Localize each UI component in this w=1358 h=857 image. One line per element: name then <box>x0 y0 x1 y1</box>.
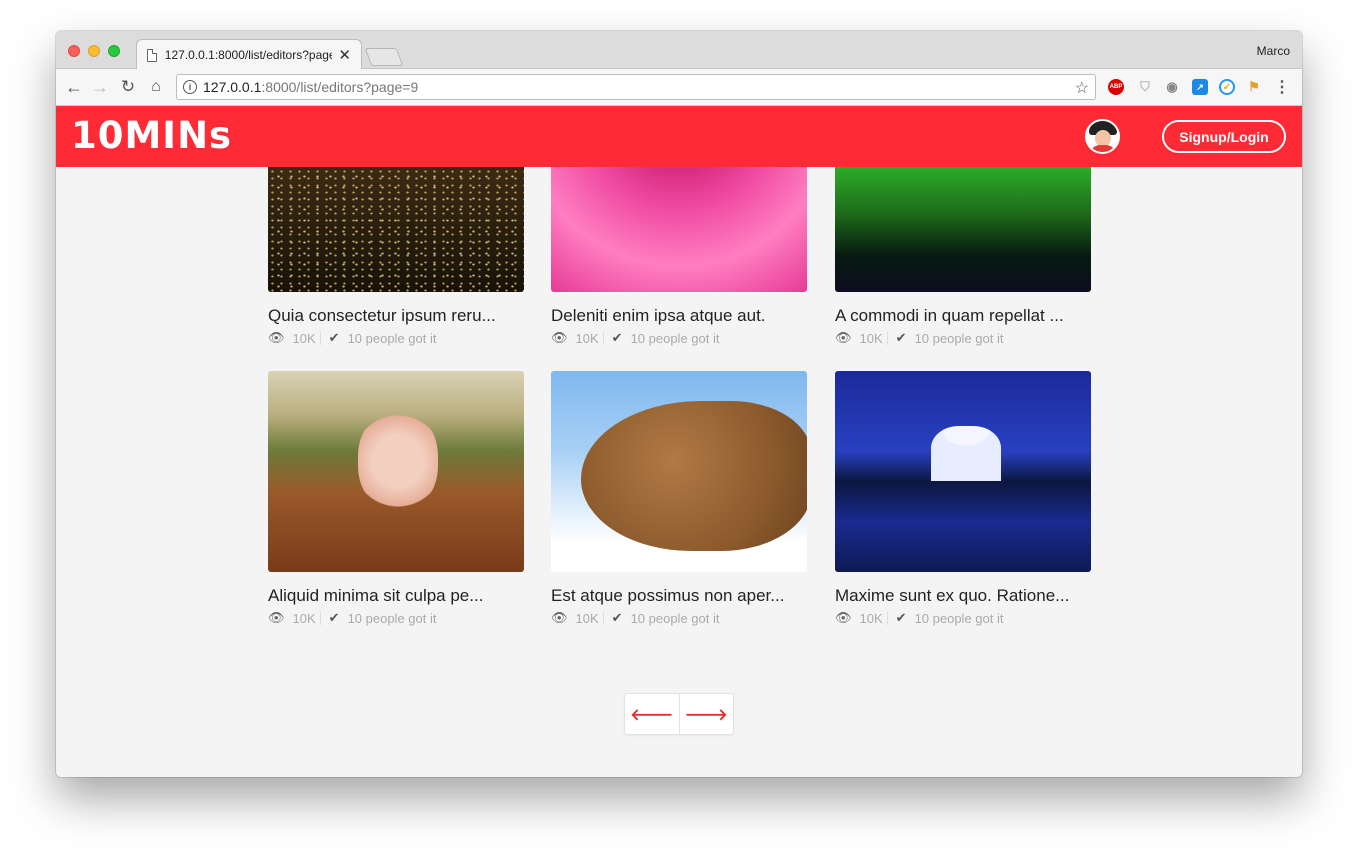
profile-name[interactable]: Marco <box>1257 44 1290 58</box>
view-count: 10K <box>575 330 599 346</box>
check-icon: ✔ <box>611 610 623 625</box>
address-bar[interactable]: i 127.0.0.1:8000/list/editors?page=9 ☆ <box>176 74 1096 100</box>
url-path: :8000/list/editors?page=9 <box>261 79 419 95</box>
eye-icon: 👁 <box>551 610 568 625</box>
reload-icon[interactable]: ↻ <box>116 75 140 99</box>
article-card[interactable]: Deleniti enim ipsa atque aut. 👁 10K ✔ 10… <box>551 167 807 346</box>
eye-icon: 👁 <box>835 330 852 345</box>
eye-icon: 👁 <box>551 330 568 345</box>
check-icon: ✔ <box>328 330 340 345</box>
shield-icon[interactable]: ⛉ <box>1137 79 1153 95</box>
got-it-count: 10 people got it <box>914 610 1004 626</box>
extension-icon[interactable]: ↗ <box>1192 79 1208 95</box>
tab-close-icon[interactable]: ✕ <box>338 48 351 63</box>
url-host: 127.0.0.1 <box>203 79 262 95</box>
article-meta: 👁 10K ✔ 10 people got it <box>551 330 807 346</box>
article-meta: 👁 10K ✔ 10 people got it <box>551 610 807 626</box>
article-thumbnail[interactable] <box>551 371 807 572</box>
article-card[interactable]: A commodi in quam repellat ... 👁 10K ✔ 1… <box>835 167 1091 346</box>
article-card[interactable]: Est atque possimus non aper... 👁 10K ✔ 1… <box>551 371 807 626</box>
site-header: 10MINs Signup/Login <box>56 106 1302 167</box>
article-grid: Quia consectetur ipsum reru... 👁 10K ✔ 1… <box>56 167 1302 777</box>
article-title[interactable]: Quia consectetur ipsum reru... <box>268 306 524 326</box>
back-icon[interactable]: ← <box>62 75 86 99</box>
article-title[interactable]: Aliquid minima sit culpa pe... <box>268 586 524 606</box>
article-meta: 👁 10K ✔ 10 people got it <box>268 610 524 626</box>
article-title[interactable]: Deleniti enim ipsa atque aut. <box>551 306 807 326</box>
pagination: 🡐 🡒 <box>624 693 734 735</box>
minimize-window-button[interactable] <box>88 45 100 57</box>
view-count: 10K <box>859 610 883 626</box>
arrow-left-icon[interactable]: 🡐 <box>625 694 679 734</box>
info-icon[interactable]: i <box>183 80 197 94</box>
browser-window: 127.0.0.1:8000/list/editors?page=9 ✕ Mar… <box>56 31 1302 777</box>
new-tab-button[interactable] <box>364 48 404 66</box>
tab-title: 127.0.0.1:8000/list/editors?page=9 <box>164 48 333 62</box>
home-icon[interactable]: ⌂ <box>144 75 168 99</box>
avatar[interactable] <box>1085 119 1120 154</box>
check-icon[interactable]: ✓ <box>1219 79 1235 95</box>
page-icon <box>147 48 157 62</box>
view-count: 10K <box>859 330 883 346</box>
article-card[interactable]: Aliquid minima sit culpa pe... 👁 10K ✔ 1… <box>268 371 524 626</box>
check-icon: ✔ <box>328 610 340 625</box>
article-card[interactable]: Quia consectetur ipsum reru... 👁 10K ✔ 1… <box>268 167 524 346</box>
maximize-window-button[interactable] <box>108 45 120 57</box>
article-meta: 👁 10K ✔ 10 people got it <box>835 610 1091 626</box>
menu-icon[interactable]: ⋮ <box>1274 79 1290 96</box>
got-it-count: 10 people got it <box>347 610 437 626</box>
eye-icon: 👁 <box>268 330 285 345</box>
close-window-button[interactable] <box>68 45 80 57</box>
article-thumbnail[interactable] <box>835 167 1091 292</box>
article-title[interactable]: A commodi in quam repellat ... <box>835 306 1091 326</box>
star-icon[interactable]: ☆ <box>1075 78 1089 98</box>
check-icon: ✔ <box>611 330 623 345</box>
title-bar: 127.0.0.1:8000/list/editors?page=9 ✕ Mar… <box>56 31 1302 70</box>
browser-tab[interactable]: 127.0.0.1:8000/list/editors?page=9 ✕ <box>136 39 362 70</box>
eye-icon: 👁 <box>268 610 285 625</box>
eye-icon: 👁 <box>835 610 852 625</box>
got-it-count: 10 people got it <box>630 610 720 626</box>
got-it-count: 10 people got it <box>630 330 720 346</box>
signup-login-button[interactable]: Signup/Login <box>1162 120 1286 153</box>
view-count: 10K <box>575 610 599 626</box>
article-thumbnail[interactable] <box>551 167 807 292</box>
got-it-count: 10 people got it <box>347 330 437 346</box>
article-meta: 👁 10K ✔ 10 people got it <box>835 330 1091 346</box>
check-icon: ✔ <box>895 330 907 345</box>
article-thumbnail[interactable] <box>835 371 1091 572</box>
article-thumbnail[interactable] <box>268 167 524 292</box>
article-card[interactable]: Maxime sunt ex quo. Ratione... 👁 10K ✔ 1… <box>835 371 1091 626</box>
forward-icon[interactable]: → <box>88 75 112 99</box>
article-thumbnail[interactable] <box>268 371 524 572</box>
article-title[interactable]: Maxime sunt ex quo. Ratione... <box>835 586 1091 606</box>
adblock-icon[interactable]: ABP <box>1108 79 1124 95</box>
article-meta: 👁 10K ✔ 10 people got it <box>268 330 524 346</box>
camera-icon[interactable]: ◉ <box>1164 79 1180 95</box>
got-it-count: 10 people got it <box>914 330 1004 346</box>
browser-toolbar: ← → ↻ ⌂ i 127.0.0.1:8000/list/editors?pa… <box>56 69 1302 106</box>
arrow-right-icon[interactable]: 🡒 <box>678 694 734 734</box>
site-logo[interactable]: 10MINs <box>71 114 232 157</box>
view-count: 10K <box>292 330 316 346</box>
check-icon: ✔ <box>895 610 907 625</box>
view-count: 10K <box>292 610 316 626</box>
article-title[interactable]: Est atque possimus non aper... <box>551 586 807 606</box>
flag-icon[interactable]: ⚑ <box>1246 79 1262 95</box>
